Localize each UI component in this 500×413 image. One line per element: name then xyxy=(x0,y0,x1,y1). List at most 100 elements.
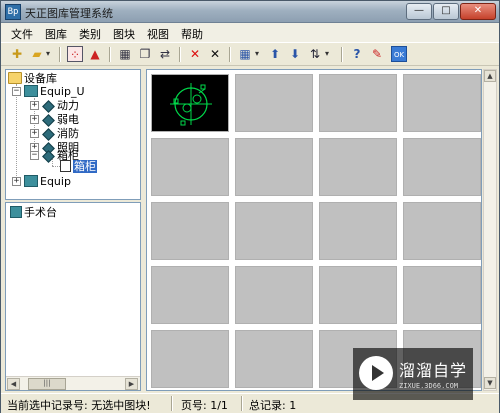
scroll-up-icon[interactable]: ▲ xyxy=(484,70,496,82)
horizontal-scrollbar[interactable]: ◀ ||| ▶ xyxy=(6,376,140,390)
ok-icon[interactable]: OK xyxy=(391,46,407,62)
menu-bar: 文件 图库 类别 图块 视图 帮助 xyxy=(1,23,499,42)
tree-guide xyxy=(16,84,17,182)
block-icon[interactable]: ▦ xyxy=(117,46,133,62)
scroll-left-icon[interactable]: ◀ xyxy=(7,378,20,390)
open-icon[interactable]: ▰ xyxy=(29,46,45,62)
empty-thumbnail-cell[interactable] xyxy=(151,138,229,196)
tree-node-label: 箱柜 xyxy=(73,160,97,173)
delete-icon[interactable]: ✕ xyxy=(187,46,203,62)
select-all-icon[interactable]: ⁘ xyxy=(67,46,83,62)
close-button[interactable]: ✕ xyxy=(460,3,496,20)
page-icon xyxy=(60,160,71,172)
toolbar-separator xyxy=(341,47,343,62)
expand-icon[interactable]: + xyxy=(30,115,39,124)
empty-thumbnail-cell[interactable] xyxy=(319,74,397,132)
empty-thumbnail-cell[interactable] xyxy=(151,266,229,324)
block-symbol-icon xyxy=(170,83,212,126)
collapse-icon[interactable]: − xyxy=(30,151,39,160)
sort-dropdown-icon[interactable]: ▾ xyxy=(325,47,333,61)
toolbar: ✚ ▰ ▾ ⁘ ▲ ▦ ❐ ⇄ ✕ ✕ ▦ ▾ ⬆ ⬇ ⇅ ▾ ? ✎ OK xyxy=(1,42,499,66)
block-preview-grid[interactable] xyxy=(146,69,482,391)
tree-node-fire[interactable]: 消防 xyxy=(42,127,79,141)
empty-thumbnail-cell[interactable] xyxy=(319,266,397,324)
tree-node-label: Equip_U xyxy=(40,85,85,98)
empty-thumbnail-cell[interactable] xyxy=(235,74,313,132)
block-item-operating-table[interactable]: 手术台 xyxy=(10,206,57,220)
empty-thumbnail-cell[interactable] xyxy=(403,202,481,260)
empty-thumbnail-cell[interactable] xyxy=(151,330,229,388)
block-list[interactable]: 手术台 ◀ ||| ▶ xyxy=(5,202,141,391)
tree-root-label: 设备库 xyxy=(24,72,57,85)
scroll-right-icon[interactable]: ▶ xyxy=(125,378,138,390)
block-item-label: 手术台 xyxy=(24,206,57,219)
down-arrow-icon[interactable]: ⬇ xyxy=(287,46,303,62)
folder-icon xyxy=(8,72,22,84)
tree-root[interactable]: 设备库 xyxy=(8,72,57,86)
collapse-icon[interactable]: − xyxy=(12,87,21,96)
toolbar-separator xyxy=(59,47,61,62)
vertical-scrollbar[interactable]: ▲ ▼ xyxy=(483,69,497,391)
watermark-logo-icon xyxy=(359,356,393,390)
empty-thumbnail-cell[interactable] xyxy=(319,138,397,196)
library-icon xyxy=(24,175,38,187)
tree-node-power[interactable]: 动力 xyxy=(42,99,79,113)
category-icon xyxy=(42,128,55,141)
tree-node-equip[interactable]: Equip xyxy=(24,175,71,189)
app-icon: Bp xyxy=(5,4,21,20)
new-icon[interactable]: ✚ xyxy=(9,46,25,62)
empty-thumbnail-cell[interactable] xyxy=(151,202,229,260)
watermark-title: 溜溜自学 xyxy=(399,361,468,380)
maximize-button[interactable]: □ xyxy=(433,3,459,20)
tree-node-equip-u[interactable]: Equip_U xyxy=(24,85,85,99)
menu-block[interactable]: 图块 xyxy=(113,26,135,42)
tree-node-label: 弱电 xyxy=(57,113,79,126)
empty-thumbnail-cell[interactable] xyxy=(235,266,313,324)
empty-thumbnail-cell[interactable] xyxy=(235,138,313,196)
scroll-down-icon[interactable]: ▼ xyxy=(484,377,496,389)
library-tree[interactable]: 设备库 − Equip_U + 动力 + 弱电 + 消防 + 照明 − 箱柜 箱… xyxy=(5,69,141,200)
close-x-icon[interactable]: ✕ xyxy=(207,46,223,62)
menu-file[interactable]: 文件 xyxy=(11,26,33,42)
empty-thumbnail-cell[interactable] xyxy=(235,202,313,260)
toolbar-separator xyxy=(179,47,181,62)
layout-icon[interactable]: ▦ xyxy=(237,46,253,62)
app-window: Bp 天正图库管理系统 — □ ✕ 文件 图库 类别 图块 视图 帮助 ✚ ▰ … xyxy=(0,0,500,413)
expand-icon[interactable]: + xyxy=(30,129,39,138)
up-arrow-icon[interactable]: ⬆ xyxy=(267,46,283,62)
empty-thumbnail-cell[interactable] xyxy=(319,202,397,260)
category-icon xyxy=(42,114,55,127)
minimize-button[interactable]: — xyxy=(406,3,432,20)
tree-node-cabinet-page[interactable]: 箱柜 xyxy=(60,160,97,174)
replace-icon[interactable]: ⇄ xyxy=(157,46,173,62)
category-icon xyxy=(42,100,55,113)
tree-node-weak-current[interactable]: 弱电 xyxy=(42,113,79,127)
copy-icon[interactable]: ❐ xyxy=(137,46,153,62)
sort-icon[interactable]: ⇅ xyxy=(307,46,323,62)
window-title: 天正图库管理系统 xyxy=(25,7,113,20)
toolbar-separator xyxy=(229,47,231,62)
expand-icon[interactable]: + xyxy=(30,101,39,110)
menu-help[interactable]: 帮助 xyxy=(181,26,203,42)
empty-thumbnail-cell[interactable] xyxy=(403,74,481,132)
menu-category[interactable]: 类别 xyxy=(79,26,101,42)
tree-node-label: Equip xyxy=(40,175,71,188)
empty-thumbnail-cell[interactable] xyxy=(403,138,481,196)
tree-node-label: 动力 xyxy=(57,99,79,112)
help-icon[interactable]: ? xyxy=(349,46,365,62)
open-dropdown-icon[interactable]: ▾ xyxy=(46,47,54,61)
block-thumbnail-cabinet[interactable] xyxy=(151,74,229,132)
layout-dropdown-icon[interactable]: ▾ xyxy=(255,47,263,61)
menu-view[interactable]: 视图 xyxy=(147,26,169,42)
edit-icon[interactable]: ✎ xyxy=(369,46,385,62)
warning-icon[interactable]: ▲ xyxy=(87,46,103,62)
status-separator xyxy=(171,396,173,411)
empty-thumbnail-cell[interactable] xyxy=(403,266,481,324)
title-bar[interactable]: Bp 天正图库管理系统 — □ ✕ xyxy=(1,1,499,23)
expand-icon[interactable]: + xyxy=(12,177,21,186)
menu-library[interactable]: 图库 xyxy=(45,26,67,42)
scroll-thumb[interactable]: ||| xyxy=(28,378,66,390)
empty-thumbnail-cell[interactable] xyxy=(235,330,313,388)
block-icon xyxy=(10,206,22,218)
library-icon xyxy=(24,85,38,97)
